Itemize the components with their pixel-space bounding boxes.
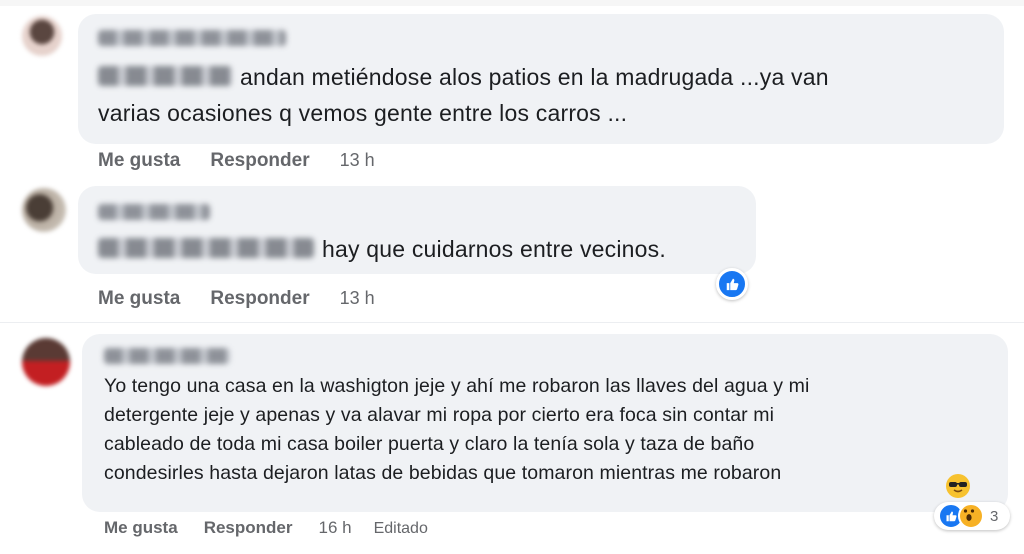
comment-actions: Me gusta Responder 13 h (98, 150, 375, 172)
reaction-count: 3 (990, 507, 999, 525)
reply-button[interactable]: Responder (210, 288, 309, 310)
wow-icon (958, 503, 984, 529)
comment-text: detergente jeje y apenas y va alavar mi … (104, 404, 775, 426)
blurred-mention[interactable] (98, 66, 232, 86)
like-reaction-badge[interactable] (716, 268, 748, 300)
comment-text: varias ocasiones q vemos gente entre los… (98, 100, 628, 126)
sunglasses-icon (949, 482, 967, 493)
comment-actions: Me gusta Responder 13 h (98, 288, 375, 310)
like-button[interactable]: Me gusta (98, 288, 180, 310)
reply-button[interactable]: Responder (204, 518, 293, 538)
blurred-mention[interactable] (98, 238, 314, 258)
sunglasses-emoji (946, 474, 970, 498)
comment-actions: Me gusta Responder 16 h Editado (104, 518, 428, 538)
timestamp[interactable]: 16 h (318, 518, 351, 538)
like-button[interactable]: Me gusta (104, 518, 178, 538)
blurred-author-name[interactable] (104, 348, 230, 364)
comment-text: cableado de toda mi casa boiler puerta y… (104, 433, 755, 455)
comment-text: condesirles hasta dejaron latas de bebid… (104, 462, 782, 484)
comment-text: hay que cuidarnos entre vecinos. (322, 236, 666, 262)
reactions-summary[interactable]: 3 (934, 502, 1010, 530)
timestamp[interactable]: 13 h (340, 150, 375, 171)
comment-text: andan metiéndose alos patios en la madru… (240, 64, 829, 90)
avatar[interactable] (22, 338, 70, 386)
previous-content-edge (0, 0, 1024, 6)
comment-text: Yo tengo una casa en la washigton jeje y… (104, 375, 810, 397)
edited-label: Editado (373, 520, 428, 537)
avatar[interactable] (22, 16, 62, 56)
avatar[interactable] (22, 188, 66, 232)
reply-button[interactable]: Responder (210, 150, 309, 172)
timestamp[interactable]: 13 h (340, 288, 375, 309)
blurred-author-name[interactable] (98, 30, 286, 46)
like-button[interactable]: Me gusta (98, 150, 180, 172)
blurred-author-name[interactable] (98, 204, 210, 220)
thread-divider (0, 322, 1024, 323)
like-icon (726, 278, 739, 291)
